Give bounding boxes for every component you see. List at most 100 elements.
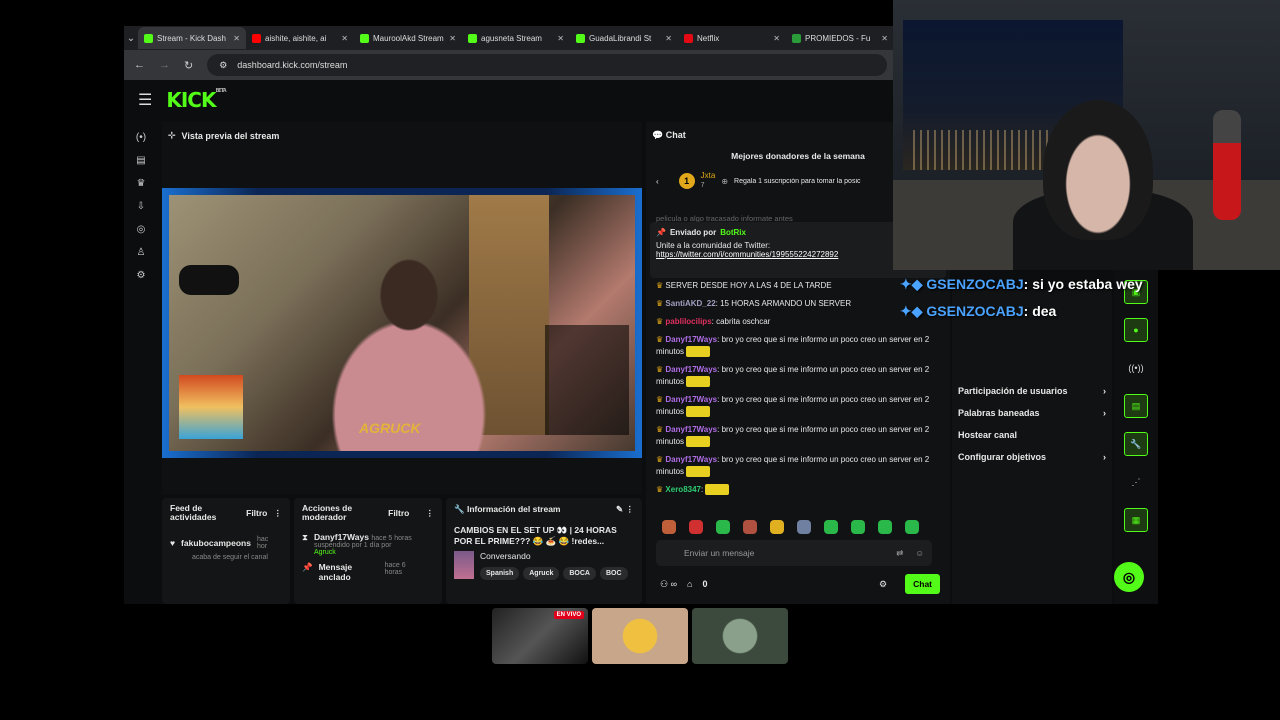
help-icon[interactable]: ◎ — [1114, 562, 1144, 592]
emote-icon[interactable] — [824, 520, 838, 534]
chat-username[interactable]: Xero8347 — [665, 485, 701, 494]
emote-icon[interactable] — [689, 520, 703, 534]
settings-icon[interactable]: ⚙ — [137, 270, 146, 281]
more-icon[interactable]: ⋮ — [426, 508, 435, 519]
broadcast-icon[interactable]: ((•)) — [1124, 356, 1148, 380]
mod-by[interactable]: Agruck — [314, 549, 412, 556]
url-field[interactable]: ⚙ dashboard.kick.com/stream — [207, 54, 888, 76]
webcam-overlay — [893, 0, 1280, 270]
tag[interactable]: BOC — [599, 567, 628, 580]
browser-tab[interactable]: Netflix ✕ — [678, 27, 786, 49]
menu-item[interactable]: Participación de usuarios › — [952, 386, 1112, 396]
close-icon[interactable]: ✕ — [773, 34, 780, 43]
close-icon[interactable]: ✕ — [449, 34, 456, 43]
chat-username[interactable]: Danyf17Ways — [665, 455, 717, 464]
tab-title: MauroolAkd Stream — [373, 33, 444, 43]
close-icon[interactable]: ✕ — [665, 34, 672, 43]
clapper-icon[interactable]: ▦ — [1124, 508, 1148, 532]
browser-tab[interactable]: aishite, aishite, ai ✕ — [246, 27, 354, 49]
share-icon[interactable]: ⋰ — [1124, 470, 1148, 494]
settings-icon[interactable]: ⚙ — [879, 579, 887, 590]
edit-icon[interactable]: ✎ — [616, 504, 623, 514]
overlay-line: ✦◆ GSENZOCABJ: dea — [900, 303, 1057, 319]
forward-icon[interactable]: → — [159, 59, 170, 71]
wrench-icon[interactable]: 🔧 — [1124, 432, 1148, 456]
emoji-icon[interactable]: ☺ — [915, 548, 924, 558]
mod-user[interactable]: Danyf17Ways — [314, 532, 369, 542]
browser-tab[interactable]: PROMIEDOS - Fu ✕ — [786, 27, 894, 49]
emote-icon[interactable] — [878, 520, 892, 534]
emote-icon[interactable] — [743, 520, 757, 534]
badge-icon: ♛ — [656, 281, 664, 290]
chevron-left-icon[interactable]: ‹ — [656, 177, 659, 186]
tab-search-icon[interactable]: ⌄ — [124, 33, 138, 44]
chat-username[interactable]: Danyf17Ways — [665, 395, 717, 404]
emote-icon[interactable] — [716, 520, 730, 534]
close-icon[interactable]: ✕ — [233, 34, 240, 43]
target-icon[interactable]: ◎ — [137, 224, 146, 235]
stream-preview: ⊹ Vista previa del stream AGRUCK — [162, 122, 642, 494]
chat-input[interactable]: Enviar un mensaje ⇄ ☺ — [656, 540, 932, 566]
donor-promo[interactable]: Regala 1 suscripción para tomar la posic — [734, 178, 884, 185]
badge-icon: ♛ — [656, 425, 664, 434]
translate-icon[interactable]: ⇄ — [896, 548, 903, 559]
category-name[interactable]: Conversando — [480, 551, 628, 561]
mod-filter-button[interactable]: Filtro — [388, 508, 409, 518]
analytics-icon[interactable]: ▤ — [136, 155, 145, 166]
users-icon[interactable]: ⚇ ∞ — [660, 579, 677, 590]
reload-icon[interactable]: ↻ — [184, 59, 193, 72]
store-icon[interactable]: ⌂ — [687, 579, 692, 589]
chat-message: ♛ Danyf17Ways: bro yo creo que si me inf… — [656, 424, 946, 448]
chat-username[interactable]: pablilocilips — [665, 317, 711, 326]
send-chat-button[interactable]: Chat — [905, 574, 940, 594]
close-icon[interactable]: ✕ — [881, 34, 888, 43]
emote-icon[interactable] — [662, 520, 676, 534]
chat-username[interactable]: Danyf17Ways — [665, 365, 717, 374]
menu-item-label: Participación de usuarios — [958, 386, 1068, 396]
tag[interactable]: Agruck — [523, 567, 560, 580]
donor-name[interactable]: Jxta — [701, 171, 716, 181]
pinned-link[interactable]: https://twitter.com/i/communities/199555… — [656, 250, 838, 259]
emote-icon[interactable] — [770, 520, 784, 534]
address-bar-row: ← → ↻ ⚙ dashboard.kick.com/stream — [124, 50, 894, 80]
feed-filter-button[interactable]: Filtro — [246, 508, 267, 518]
close-icon[interactable]: ✕ — [341, 34, 348, 43]
browser-tab[interactable]: MauroolAkd Stream ✕ — [354, 27, 462, 49]
video-player[interactable]: AGRUCK — [162, 188, 642, 458]
pinned-bot[interactable]: BotRix — [720, 228, 746, 237]
chat-username[interactable]: Danyf17Ways — [665, 335, 717, 344]
thumbnail-avatar-1[interactable] — [592, 608, 688, 664]
menu-item[interactable]: Palabras baneadas › — [952, 408, 1112, 418]
trophy-icon[interactable]: ♛ — [137, 178, 146, 189]
browser-tab[interactable]: GuadaLibrandi St ✕ — [570, 27, 678, 49]
tab-title: PROMIEDOS - Fu — [805, 33, 871, 43]
overlay-text: si yo estaba wey — [1032, 276, 1143, 292]
upload-icon[interactable]: ⇩ — [137, 201, 145, 212]
close-icon[interactable]: ✕ — [557, 34, 564, 43]
emote-icon[interactable] — [905, 520, 919, 534]
mod-desc: suspendido por 1 día por — [313, 542, 392, 549]
users-icon[interactable]: ♙ — [137, 247, 146, 258]
feed-user[interactable]: fakubocampeons — [181, 538, 251, 548]
chat-username[interactable]: SantiAKD_22 — [665, 299, 715, 308]
menu-icon[interactable]: ☰ — [138, 90, 152, 110]
browser-tab[interactable]: Stream - Kick Dash ✕ — [138, 27, 246, 49]
more-icon[interactable]: ⋮ — [626, 504, 635, 514]
thumbnail-avatar-2[interactable] — [692, 608, 788, 664]
logo-text: KICK — [166, 88, 216, 112]
tag[interactable]: BOCA — [563, 567, 596, 580]
stream-icon[interactable]: (•) — [136, 132, 146, 143]
site-info-icon[interactable]: ⚙ — [219, 60, 227, 71]
more-icon[interactable]: ⋮ — [274, 508, 283, 519]
emote-icon[interactable] — [851, 520, 865, 534]
thumbnail-screen[interactable]: EN VIVO — [492, 608, 588, 664]
browser-tab[interactable]: agusneta Stream ✕ — [462, 27, 570, 49]
back-icon[interactable]: ← — [134, 59, 145, 71]
emote-icon[interactable] — [797, 520, 811, 534]
kick-logo[interactable]: KICKBETA — [166, 88, 226, 112]
menu-item[interactable]: Configurar objetivos › — [952, 452, 1112, 462]
menu-item[interactable]: Hostear canal — [952, 430, 1112, 440]
chat-username[interactable]: Danyf17Ways — [665, 425, 717, 434]
tag[interactable]: Spanish — [480, 567, 520, 580]
panel-icon[interactable]: ▤ — [1124, 394, 1148, 418]
